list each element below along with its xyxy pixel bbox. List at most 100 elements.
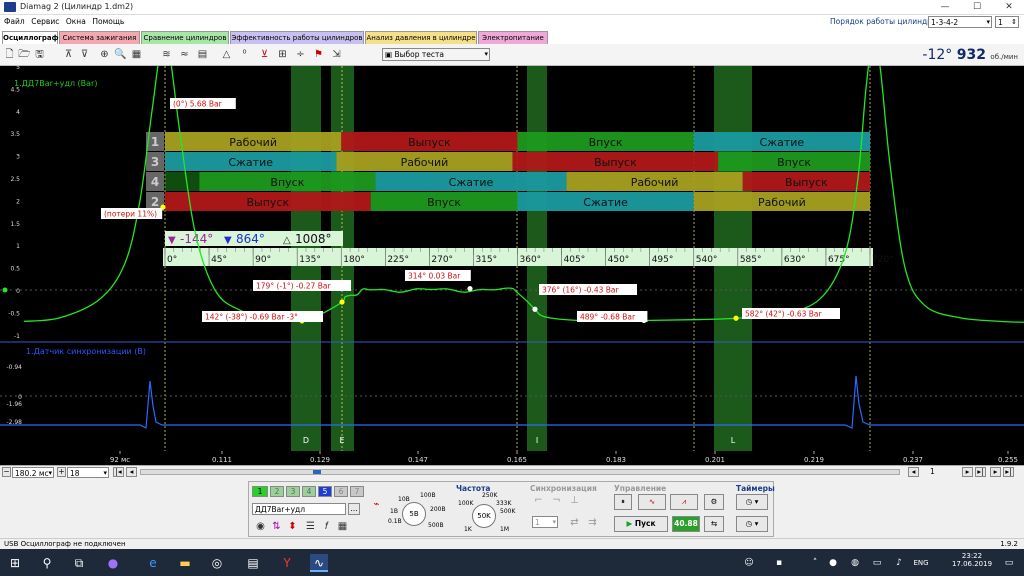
sine-wave-icon[interactable]: ∿ (638, 494, 666, 510)
tab-power[interactable]: Электропитание (478, 31, 548, 44)
menu-file[interactable]: Файл (4, 15, 25, 29)
task-view-icon[interactable]: ⧉ (70, 554, 88, 572)
voltage-range-knob[interactable]: 10В 100В 200В 0.1В 500В 1В 5В (388, 486, 446, 536)
firing-order-select[interactable]: 1-3-4-2 ▾ (928, 16, 992, 28)
auto-icon[interactable]: ⚙ (704, 494, 724, 510)
horizontal-scrollbar[interactable] (140, 469, 900, 475)
channel-button-2[interactable]: 2 (270, 486, 284, 497)
tab-cylinder-compare[interactable]: Сравнение цилиндров (141, 31, 229, 44)
channel-plus[interactable]: + (57, 467, 66, 477)
edge-icon[interactable]: e (144, 554, 162, 572)
minimize-button[interactable]: — (930, 0, 960, 15)
channel-button-7[interactable]: 7 (350, 486, 364, 497)
network-icon[interactable]: ▭ (868, 554, 886, 572)
prev-page-icon[interactable]: ◂ (126, 467, 137, 477)
export-icon[interactable]: ⇲ (330, 48, 343, 61)
channel-button-6[interactable]: 6 (334, 486, 348, 497)
channel-button-5[interactable]: 5 (318, 486, 332, 497)
prev-icon[interactable]: ◂ (908, 467, 919, 477)
freq-knob-dial[interactable]: 50K (472, 504, 496, 528)
people-icon[interactable]: ☺ (740, 554, 758, 572)
arrows-updown-icon[interactable]: ⬍ (286, 520, 299, 533)
channel-select[interactable]: 18 ▾ (67, 467, 109, 478)
new-file-icon[interactable]: 🗋 (3, 48, 16, 61)
scroll-thumb[interactable] (313, 470, 321, 474)
menu-service[interactable]: Сервис (31, 15, 59, 29)
search-icon[interactable]: 🔍 (114, 48, 127, 61)
start-button[interactable]: ▶ Пуск (614, 516, 668, 532)
oscilloscope-plot[interactable]: 65.554.543.532.521.510.50-0.5-1 1.ДД7Вar… (0, 66, 1024, 465)
chart-lines-icon[interactable]: ≈ (178, 48, 191, 61)
filter-icon[interactable]: ⊻ (258, 48, 271, 61)
tab-cylinder-efficiency[interactable]: Эффективность работы цилиндров (230, 31, 364, 44)
channel-button-1[interactable]: 1 (252, 486, 268, 497)
tray-app2-icon[interactable]: ◍ (846, 554, 864, 572)
divide-icon[interactable]: ÷ (294, 48, 307, 61)
timebase-minus[interactable]: − (2, 467, 11, 477)
flag-icon[interactable]: ⚑ (312, 48, 325, 61)
waveform-icon[interactable]: ≋ (160, 48, 173, 61)
timebase-select[interactable]: 180.2 мс ▾ (12, 467, 54, 478)
cylinder-spinner[interactable]: 1 ⇕ (995, 16, 1019, 28)
next-icon[interactable]: ▸ (962, 467, 973, 477)
sync-slope-icon[interactable]: ⇉ (586, 516, 599, 529)
tab-oscilloscope[interactable]: Осциллограф (2, 31, 59, 44)
calculator-icon[interactable]: ▤ (244, 554, 262, 572)
channel-button-4[interactable]: 4 (302, 486, 316, 497)
lang-indicator[interactable]: ENG (912, 554, 930, 572)
cursor-b-icon[interactable]: ⊽ (78, 48, 91, 61)
menu-help[interactable]: Помощь (92, 15, 124, 29)
sync-mode-icon[interactable]: ⊥ (568, 494, 581, 507)
tab-pressure-analysis[interactable]: Анализ давления в цилиндре (365, 31, 477, 44)
list-icon[interactable]: ☰ (304, 520, 317, 533)
media-icon[interactable]: ◎ (208, 554, 226, 572)
tray-icon[interactable]: ▪ (770, 554, 788, 572)
timer-button-1[interactable]: ◷ ▾ (736, 494, 768, 510)
frequency-knob[interactable]: 250K 100K 333K 500K 1K 1M 50K (456, 492, 516, 536)
last-icon[interactable]: ▸| (975, 467, 986, 477)
close-button[interactable]: ✕ (994, 0, 1024, 15)
grid-icon[interactable]: ▦ (130, 48, 143, 61)
probe-field[interactable]: ДД7Вar+удл (252, 503, 346, 515)
pause-icon[interactable]: ⏸ (614, 494, 632, 510)
oscilloscope-area[interactable]: 65.554.543.532.521.510.50-0.5-1 1.ДД7Вar… (0, 66, 1024, 465)
explorer-icon[interactable]: ▬ (176, 554, 194, 572)
eye-icon[interactable]: ◉ (254, 520, 267, 533)
select-test-dropdown[interactable]: ▣ Выбор теста ▾ (382, 48, 490, 61)
search-icon[interactable]: ⚲ (38, 554, 56, 572)
settings-grid-icon[interactable]: ▦ (336, 520, 349, 533)
yandex-browser-icon[interactable]: Y (278, 554, 296, 572)
save-icon[interactable]: 🖫 (33, 48, 46, 61)
auto-sync-icon[interactable]: ⇆ (704, 516, 724, 532)
degree-icon[interactable]: ⁰ (238, 48, 251, 61)
more-button[interactable]: … (348, 503, 360, 515)
range-knob-dial[interactable]: 5В (402, 502, 426, 526)
arrows-icon[interactable]: ⇅ (270, 520, 283, 533)
timer-button-2[interactable]: ◷ ▾ (736, 516, 768, 532)
sync-fall-icon[interactable]: ¬ (550, 494, 563, 507)
channel-button-3[interactable]: 3 (286, 486, 300, 497)
table-icon[interactable]: ▤ (196, 48, 209, 61)
open-folder-icon[interactable]: 🗁 (18, 48, 31, 61)
tab-ignition[interactable]: Система зажигания (59, 31, 140, 44)
alice-icon[interactable]: ● (104, 554, 122, 572)
triangle-icon[interactable]: △ (220, 48, 233, 61)
sync-select[interactable]: 1 ▾ (532, 516, 558, 528)
cursor-a-icon[interactable]: ⊼ (62, 48, 75, 61)
tray-chevron-icon[interactable]: ˄ (806, 554, 824, 572)
zoom-in-icon[interactable]: ⊕ (98, 48, 111, 61)
sync-level-icon[interactable]: ⇄ (568, 516, 581, 529)
notifications-icon[interactable]: ▭ (1000, 554, 1018, 572)
clock[interactable]: 23:22 17.06.2019 (950, 552, 994, 568)
first-page-icon[interactable]: |◂ (113, 467, 124, 477)
noise-wave-icon[interactable]: ⩘ (670, 494, 698, 510)
columns-icon[interactable]: ⊞ (276, 48, 289, 61)
next-page-icon[interactable]: ▸ (990, 467, 1001, 477)
end-page-icon[interactable]: ▸| (1003, 467, 1014, 477)
function-icon[interactable]: 𝑓 (320, 520, 333, 533)
volume-icon[interactable]: ♪ (890, 554, 908, 572)
sync-rise-icon[interactable]: ⌐ (532, 494, 545, 507)
diamag-icon[interactable]: ∿ (310, 554, 328, 572)
maximize-button[interactable]: ☐ (962, 0, 992, 15)
windows-start-icon[interactable]: ⊞ (6, 554, 24, 572)
